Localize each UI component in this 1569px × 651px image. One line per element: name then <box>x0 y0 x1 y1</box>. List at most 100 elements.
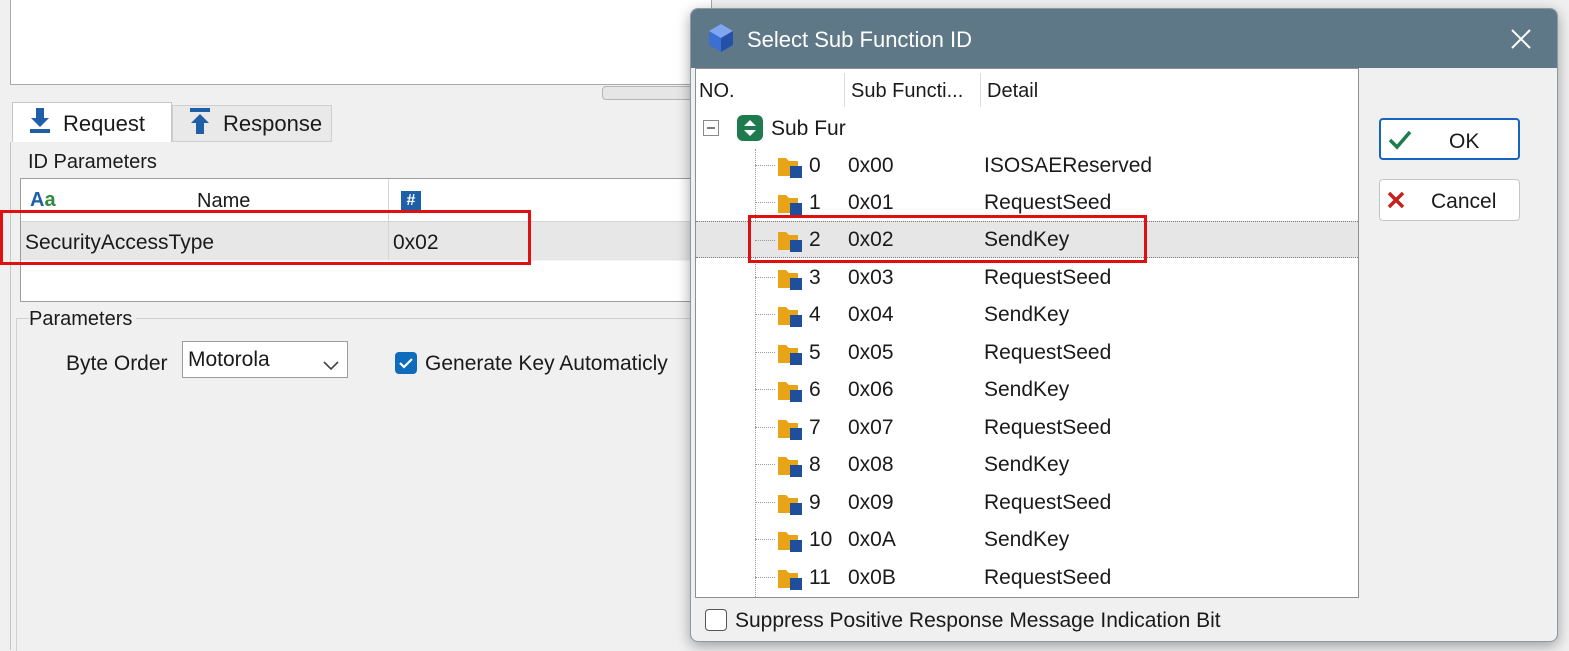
tree-connector <box>755 577 775 578</box>
byte-order-value: Motorola <box>188 348 270 371</box>
tree-connector <box>755 202 775 203</box>
tree-item-row[interactable]: 9 0x09 RequestSeed <box>696 484 1358 521</box>
dialog-title: Select Sub Function ID <box>747 27 973 52</box>
tab-response[interactable]: Response <box>172 105 332 142</box>
tree-connector <box>755 427 775 428</box>
item-no: 0 <box>809 154 821 177</box>
tree-item-row[interactable]: 7 0x07 RequestSeed <box>696 409 1358 446</box>
folder-icon <box>776 564 804 597</box>
item-detail: RequestSeed <box>984 341 1112 364</box>
tree-connector <box>755 502 775 503</box>
generate-key-checkbox[interactable] <box>395 352 417 374</box>
tree-connector <box>755 165 775 166</box>
select-sub-function-dialog: Select Sub Function ID NO. Sub Functi...… <box>690 8 1558 642</box>
folder-icon <box>776 489 804 523</box>
item-detail: SendKey <box>984 303 1070 326</box>
item-sub-function: 0x05 <box>848 341 894 364</box>
item-detail: RequestSeed <box>984 416 1112 439</box>
highlight-box-security-access-type <box>0 210 531 265</box>
tree-item-row[interactable]: 3 0x03 RequestSeed <box>696 259 1358 296</box>
column-header-no[interactable]: NO. <box>699 80 735 103</box>
highlight-box-sendkey-row <box>748 215 1147 263</box>
item-sub-function: 0x0A <box>848 528 896 551</box>
sub-function-tree: NO. Sub Functi... Detail Sub Fur 0 0x00 … <box>695 68 1359 598</box>
tree-item-row[interactable]: 8 0x08 SendKey <box>696 446 1358 483</box>
text-type-icon: Aa <box>30 189 56 211</box>
folder-icon <box>776 376 804 410</box>
cancel-x-icon <box>1386 190 1406 216</box>
item-sub-function: 0x07 <box>848 416 894 439</box>
ok-button[interactable]: OK <box>1379 118 1520 160</box>
check-icon <box>1387 128 1413 156</box>
app-logo-icon <box>705 22 737 59</box>
item-no: 10 <box>809 528 833 551</box>
tab-response-label: Response <box>223 110 323 136</box>
request-response-tabs: Request Response <box>10 102 710 144</box>
cancel-label: Cancel <box>1431 190 1497 213</box>
suppress-bit-label[interactable]: Suppress Positive Response Message Indic… <box>735 609 1221 633</box>
folder-icon <box>776 451 804 485</box>
tree-item-row[interactable]: 10 0x0A SendKey <box>696 521 1358 558</box>
item-no: 8 <box>809 453 821 476</box>
item-detail: RequestSeed <box>984 191 1112 214</box>
tree-item-row[interactable]: 0 0x00 ISOSAEReserved <box>696 147 1358 184</box>
byte-order-select[interactable]: Motorola <box>182 341 348 378</box>
item-sub-function: 0x00 <box>848 154 894 177</box>
byte-order-label: Byte Order <box>66 352 168 375</box>
root-label: Sub Fur <box>771 117 846 140</box>
parameters-title: Parameters <box>29 308 137 331</box>
horizontal-scrollbar-thumb[interactable] <box>602 86 704 100</box>
generate-key-label[interactable]: Generate Key Automaticly <box>425 352 668 376</box>
item-detail: ISOSAEReserved <box>984 154 1153 177</box>
close-icon[interactable] <box>1506 24 1536 54</box>
item-sub-function: 0x0B <box>848 566 896 589</box>
item-no: 11 <box>809 566 831 589</box>
tree-header: NO. Sub Functi... Detail <box>696 69 1358 111</box>
item-sub-function: 0x06 <box>848 378 894 401</box>
item-detail: RequestSeed <box>984 566 1112 589</box>
collapse-icon[interactable] <box>703 120 719 136</box>
tree-connector <box>755 464 775 465</box>
folder-icon <box>776 414 804 448</box>
tab-request[interactable]: Request <box>12 102 172 144</box>
column-header-sub-function[interactable]: Sub Functi... <box>851 80 963 103</box>
item-detail: SendKey <box>984 528 1070 551</box>
item-no: 7 <box>809 416 821 439</box>
cancel-button[interactable]: Cancel <box>1379 179 1520 221</box>
download-arrow-icon <box>29 107 51 140</box>
upload-arrow-icon <box>189 107 211 140</box>
top-panel <box>10 0 712 85</box>
item-no: 1 <box>809 191 821 214</box>
column-separator <box>980 73 981 107</box>
item-no: 6 <box>809 378 821 401</box>
tree-item-row[interactable]: 6 0x06 SendKey <box>696 371 1358 408</box>
grid-empty-area <box>21 261 711 301</box>
item-detail: SendKey <box>984 378 1070 401</box>
folder-icon <box>776 526 804 560</box>
tree-connector <box>755 352 775 353</box>
tree-connector <box>755 389 775 390</box>
item-sub-function: 0x09 <box>848 491 894 514</box>
dialog-titlebar[interactable]: Select Sub Function ID <box>691 9 1557 68</box>
folder-icon <box>776 339 804 373</box>
sort-group-icon <box>737 115 763 147</box>
tree-item-row[interactable]: 11 0x0B RequestSeed <box>696 559 1358 596</box>
chevron-down-icon <box>323 353 339 377</box>
column-separator <box>844 73 845 107</box>
item-detail: SendKey <box>984 453 1070 476</box>
item-sub-function: 0x01 <box>848 191 894 214</box>
column-header-detail[interactable]: Detail <box>987 80 1038 103</box>
item-sub-function: 0x04 <box>848 303 894 326</box>
checkmark-icon <box>399 358 413 369</box>
suppress-bit-checkbox[interactable] <box>705 609 727 631</box>
item-no: 4 <box>809 303 821 326</box>
tree-root-row[interactable]: Sub Fur <box>696 110 1358 147</box>
folder-icon <box>776 152 804 186</box>
item-detail: RequestSeed <box>984 491 1112 514</box>
ok-label: OK <box>1449 130 1480 153</box>
folder-icon <box>776 264 804 298</box>
item-detail: RequestSeed <box>984 266 1112 289</box>
tree-item-row[interactable]: 4 0x04 SendKey <box>696 296 1358 333</box>
tree-item-row[interactable]: 5 0x05 RequestSeed <box>696 334 1358 371</box>
item-no: 9 <box>809 491 821 514</box>
